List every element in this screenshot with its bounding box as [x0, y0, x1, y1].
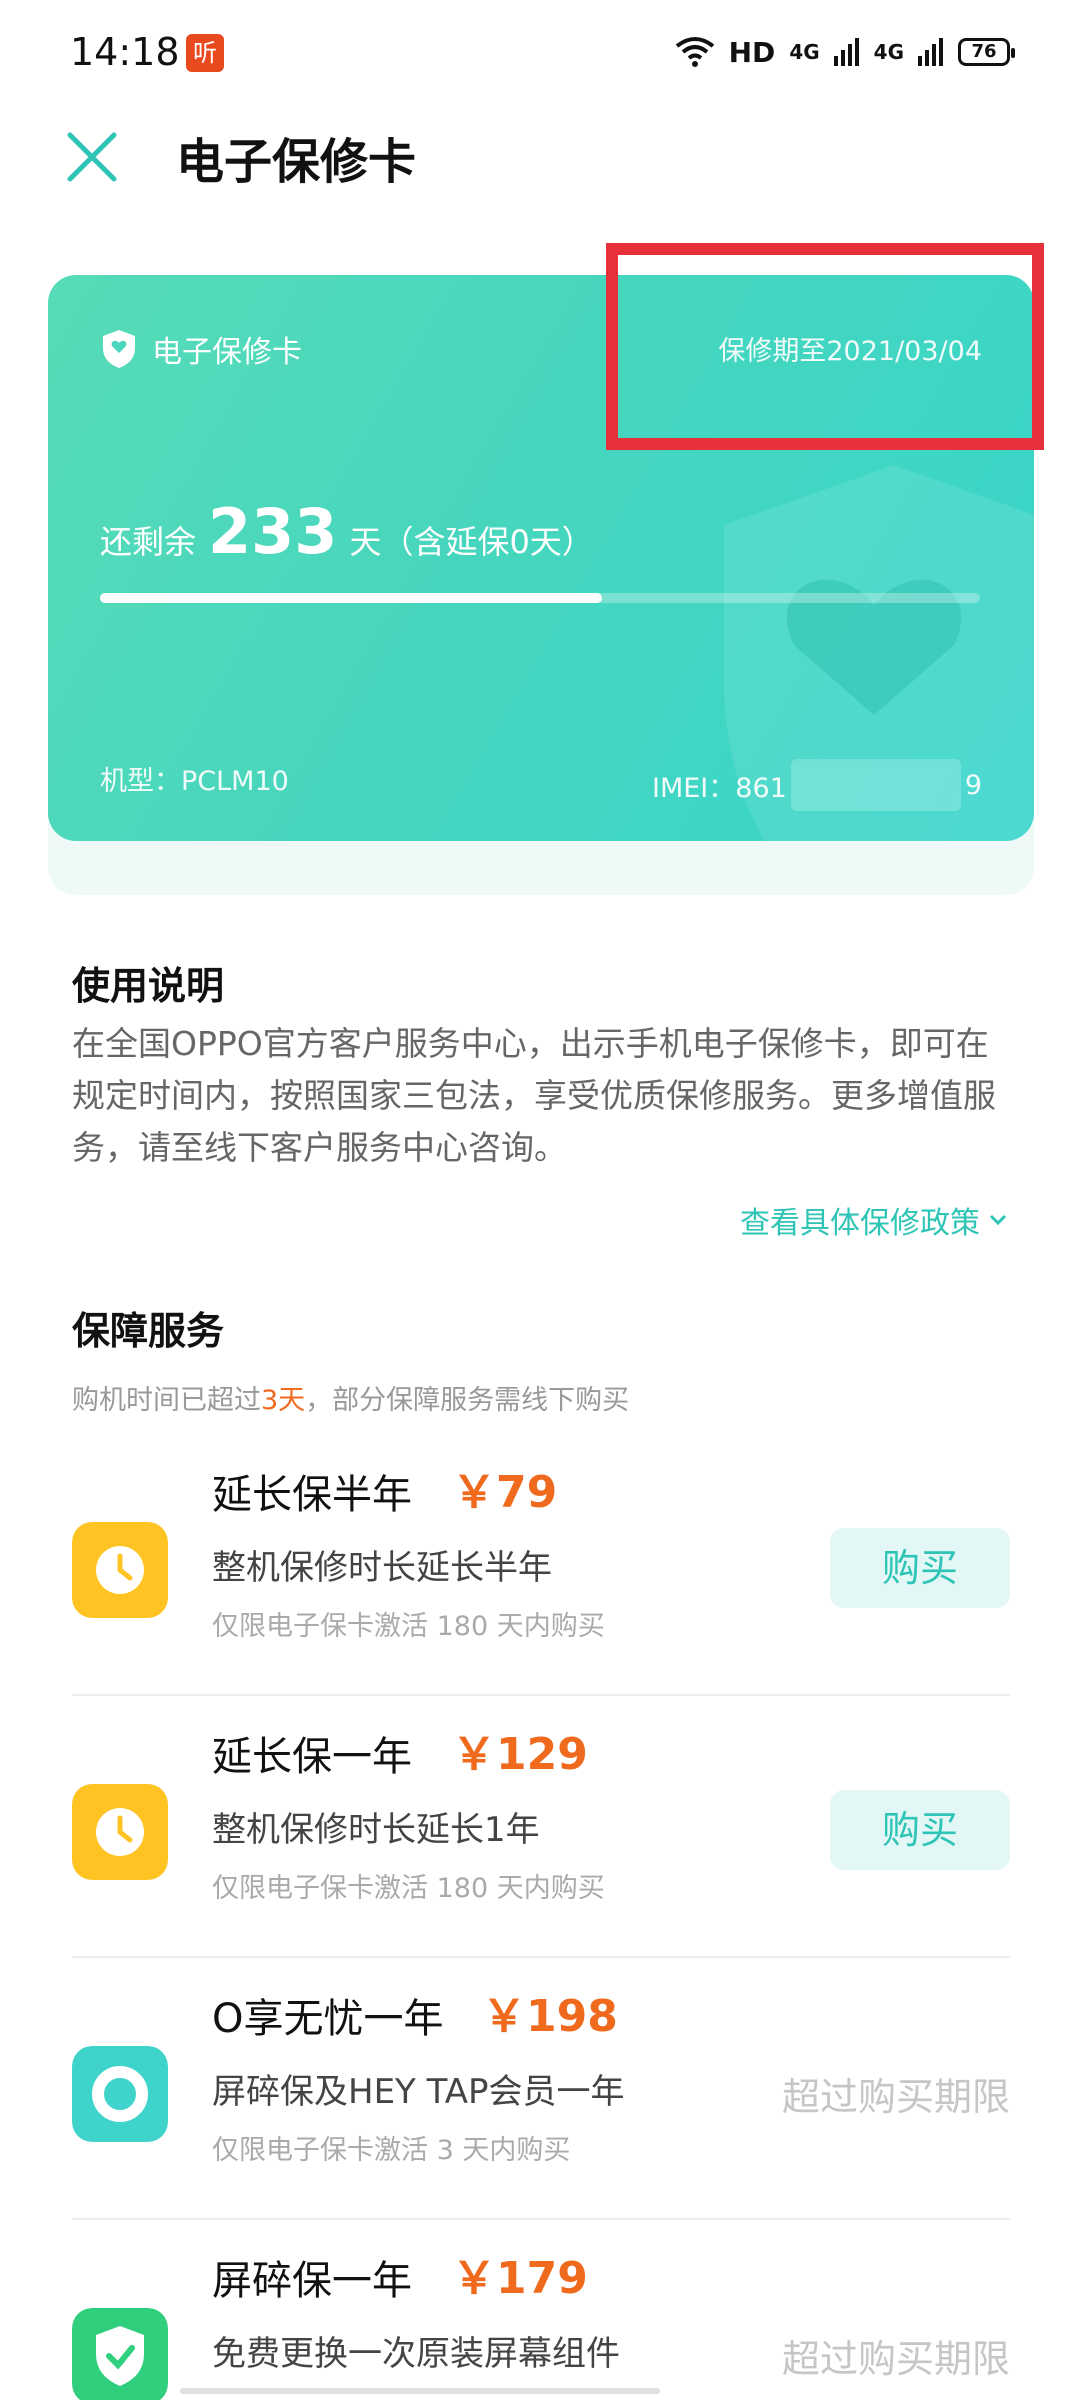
card-label: 电子保修卡 — [152, 335, 302, 370]
expired-status: 超过购买期限 — [781, 2075, 1010, 2119]
service-price: ￥198 — [482, 1991, 618, 2042]
close-icon[interactable] — [64, 124, 120, 190]
divider — [72, 2218, 1010, 2220]
device-model: 机型：PCLM10 — [100, 766, 289, 797]
protection-note-prefix: 购机时间已超过 — [72, 1385, 261, 1416]
protection-title: 保障服务 — [72, 1309, 225, 1353]
usage-title: 使用说明 — [72, 964, 225, 1008]
policy-link[interactable]: 查看具体保修政策 — [740, 1198, 1008, 1242]
ring-icon — [72, 2046, 168, 2142]
signal-4g-label-2: 4G — [873, 40, 904, 64]
service-name: 延长保半年 — [212, 1472, 412, 1518]
clock-icon — [72, 1784, 168, 1880]
signal-4g-label-1: 4G — [789, 40, 820, 64]
divider — [72, 1694, 1010, 1696]
card-logo: 电子保修卡 — [100, 327, 302, 371]
service-name: 延长保一年 — [212, 1734, 412, 1780]
device-imei: IMEI：861 9 — [652, 759, 982, 811]
imei-suffix: 9 — [964, 769, 982, 801]
status-bar: 14:18 听 HD 4G 4G 76 — [0, 0, 1080, 108]
status-indicators: HD 4G 4G 76 — [675, 30, 1015, 74]
app-notification-icon: 听 — [186, 34, 224, 72]
service-price: ￥129 — [452, 1729, 588, 1780]
service-description: 免费更换一次原装屏幕组件 — [212, 2334, 620, 2374]
remaining-days: 还剩余 233 天（含延保0天） — [100, 495, 594, 568]
service-name: O享无忧一年 — [212, 1996, 444, 2042]
shield-icon — [103, 330, 135, 368]
signal-bars-icon-2 — [918, 38, 943, 66]
warranty-progress-fill — [100, 593, 602, 603]
service-item: 延长保一年 ￥129 整机保修时长延长1年 仅限电子保卡激活 180 天内购买 … — [72, 1712, 1010, 1974]
remaining-days-value: 233 — [208, 495, 338, 568]
status-time: 14:18 — [70, 30, 180, 74]
hd-indicator: HD — [728, 35, 776, 69]
clock-icon — [72, 1522, 168, 1618]
service-description: 屏碎保及HEY TAP会员一年 — [212, 2072, 625, 2112]
service-description: 整机保修时长延长1年 — [212, 1810, 540, 1850]
wifi-icon — [675, 37, 714, 67]
remaining-suffix: 天（含延保0天） — [349, 523, 594, 561]
app-header: 电子保修卡 — [0, 108, 1080, 238]
chevron-down-icon — [989, 1214, 1007, 1226]
imei-prefix: IMEI：861 — [651, 772, 787, 804]
shield-check-icon — [72, 2308, 168, 2400]
service-limit: 仅限电子保卡激活 3 天内购买 — [212, 2135, 571, 2166]
service-item: 延长保半年 ￥79 整机保修时长延长半年 仅限电子保卡激活 180 天内购买 购… — [72, 1450, 1010, 1712]
expired-status: 超过购买期限 — [781, 2337, 1010, 2381]
protection-note-suffix: ，部分保障服务需线下购买 — [305, 1385, 630, 1416]
buy-button[interactable]: 购买 — [830, 1790, 1010, 1870]
usage-description: 在全国OPPO官方客户服务中心，出示手机电子保修卡，即可在规定时间内，按照国家三… — [72, 1024, 996, 1167]
service-name: 屏碎保一年 — [212, 2258, 412, 2304]
page-title: 电子保修卡 — [176, 134, 417, 190]
signal-bars-icon — [833, 38, 859, 66]
service-description: 整机保修时长延长半年 — [212, 1548, 552, 1588]
protection-note: 购机时间已超过3天，部分保障服务需线下购买 — [72, 1378, 629, 1417]
warranty-progress-bar — [100, 593, 980, 603]
buy-button[interactable]: 购买 — [830, 1528, 1010, 1608]
service-limit: 仅限电子保卡激活 180 天内购买 — [212, 1873, 605, 1904]
remaining-prefix: 还剩余 — [100, 523, 197, 561]
service-item: O享无忧一年 ￥198 屏碎保及HEY TAP会员一年 仅限电子保卡激活 3 天… — [72, 1974, 1010, 2236]
policy-link-label: 查看具体保修政策 — [740, 1206, 980, 1241]
home-indicator — [180, 2388, 660, 2394]
protection-note-highlight: 3天 — [261, 1385, 306, 1416]
service-price: ￥79 — [452, 1467, 558, 1518]
battery-indicator: 76 — [958, 38, 1015, 66]
highlight-annotation-box — [606, 243, 1044, 450]
imei-redaction — [790, 759, 961, 811]
service-item: 屏碎保一年 ￥179 免费更换一次原装屏幕组件 超过购买期限 — [72, 2236, 1010, 2400]
divider — [72, 1956, 1010, 1958]
service-price: ￥179 — [452, 2253, 588, 2304]
service-limit: 仅限电子保卡激活 180 天内购买 — [212, 1611, 605, 1642]
